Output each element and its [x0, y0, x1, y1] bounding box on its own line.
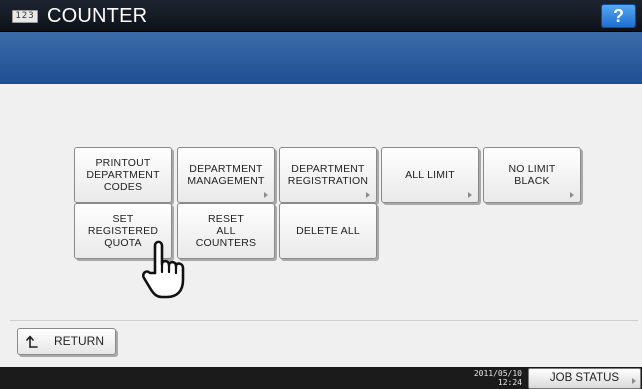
return-button[interactable]: RETURN [17, 328, 116, 355]
help-button[interactable]: ? [601, 4, 636, 28]
counter-123-icon: 123 [12, 10, 38, 23]
delete-all-label: DELETE ALL [296, 225, 360, 237]
message-area [0, 32, 642, 84]
no-limit-black-button[interactable]: NO LIMIT BLACK [483, 147, 581, 203]
footer-divider [10, 320, 638, 321]
department-management-button[interactable]: DEPARTMENT MANAGEMENT [177, 147, 275, 203]
return-arrow-icon [26, 335, 38, 348]
date-time-display: 2011/05/10 12:24 [462, 369, 522, 387]
submenu-arrow-icon [570, 192, 574, 198]
page-title: COUNTER [47, 5, 148, 27]
department-registration-button[interactable]: DEPARTMENT REGISTRATION [279, 147, 377, 203]
all-limit-label: ALL LIMIT [405, 169, 455, 181]
time-text: 12:24 [497, 378, 522, 387]
reset-all-counters-label: RESET ALL COUNTERS [195, 213, 257, 249]
job-status-label: JOB STATUS [549, 372, 620, 384]
return-label: RETURN [54, 334, 104, 348]
submenu-arrow-icon [468, 192, 472, 198]
printout-department-codes-button[interactable]: PRINTOUT DEPARTMENT CODES [74, 147, 172, 203]
printout-department-codes-label: PRINTOUT DEPARTMENT CODES [86, 157, 160, 193]
submenu-arrow-icon [632, 378, 636, 384]
no-limit-black-label: NO LIMIT BLACK [508, 163, 556, 187]
submenu-arrow-icon [264, 192, 268, 198]
hand-pointer-icon [142, 240, 185, 299]
delete-all-button[interactable]: DELETE ALL [279, 203, 377, 259]
department-registration-label: DEPARTMENT REGISTRATION [287, 163, 369, 187]
all-limit-button[interactable]: ALL LIMIT [381, 147, 479, 203]
department-management-label: DEPARTMENT MANAGEMENT [187, 163, 265, 187]
title-bar: 123 COUNTER ? [0, 0, 642, 32]
date-text: 2011/05/10 [473, 369, 522, 378]
job-status-button[interactable]: JOB STATUS [528, 368, 641, 389]
submenu-arrow-icon [366, 192, 370, 198]
